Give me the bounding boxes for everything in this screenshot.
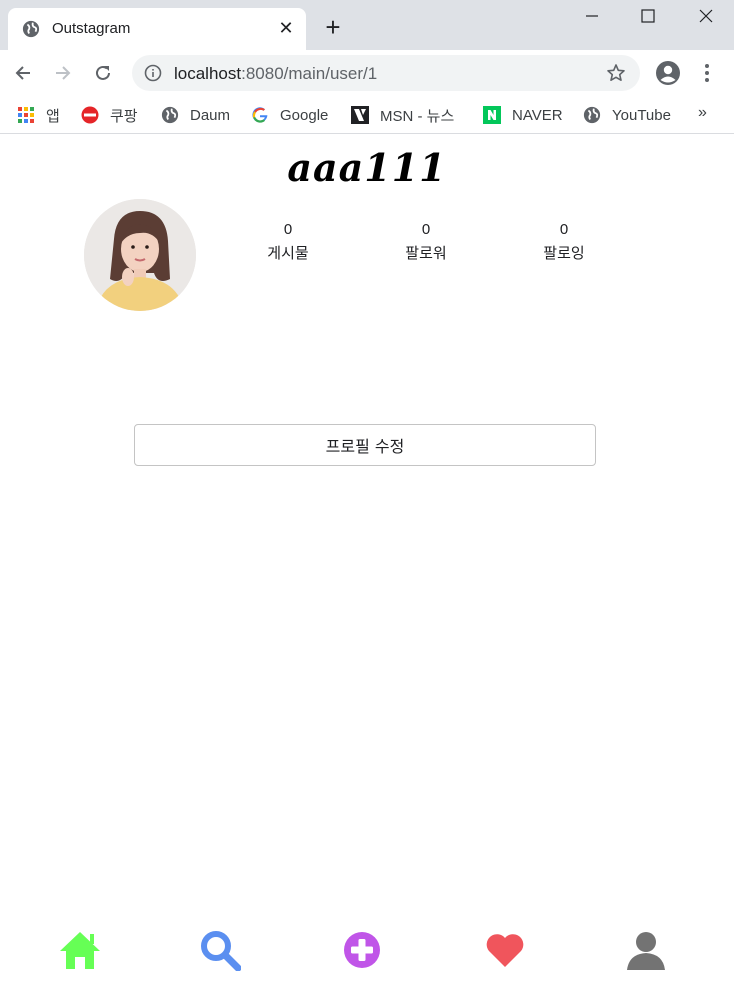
search-icon: [201, 931, 241, 971]
bookmark-label: 앱: [46, 107, 60, 125]
profile-username: aaa111: [287, 145, 447, 190]
bookmark-naver[interactable]: NAVER: [482, 102, 563, 128]
close-tab-icon[interactable]: ✕: [276, 18, 296, 38]
bookmark-label: 쿠팡: [110, 107, 138, 125]
back-button[interactable]: [10, 60, 36, 86]
address-bar[interactable]: localhost:8080/main/user/1: [132, 55, 640, 91]
bookmark-label: NAVER: [512, 106, 563, 124]
maximize-icon: [641, 9, 655, 23]
nav-add-button[interactable]: [340, 928, 384, 972]
maximize-button[interactable]: [620, 0, 676, 32]
browser-titlebar: Outstagram ✕ +: [0, 0, 734, 50]
bookmark-youtube[interactable]: YouTube: [582, 102, 671, 128]
globe-icon: [160, 105, 180, 125]
plus-circle-icon: [344, 932, 380, 968]
browser-tab[interactable]: Outstagram ✕: [8, 8, 306, 50]
tab-title: Outstagram: [52, 20, 131, 37]
bookmark-apps[interactable]: 앱: [16, 102, 60, 128]
url-text[interactable]: localhost:8080/main/user/1: [174, 64, 377, 84]
avatar[interactable]: [84, 199, 196, 311]
coupang-icon: [80, 105, 100, 125]
more-vert-icon[interactable]: [696, 61, 718, 85]
url-path: :8080/main/user/1: [241, 64, 378, 83]
msn-icon: [350, 105, 370, 125]
bookmark-label: MSN - 뉴스: [380, 107, 455, 125]
reload-icon: [96, 65, 110, 80]
stat-followers-label: 팔로워: [405, 245, 447, 262]
stat-following-label: 팔로잉: [543, 245, 585, 262]
nav-profile-button[interactable]: [624, 928, 668, 972]
user-icon: [627, 932, 665, 970]
bookmarks-bar: 앱 쿠팡 Daum Google MSN - 뉴스 NAVER YouTube …: [0, 96, 734, 134]
close-icon: [699, 9, 713, 23]
star-icon[interactable]: [606, 63, 626, 83]
bookmarks-overflow-button[interactable]: »: [698, 104, 707, 122]
arrow-left-icon: [15, 66, 30, 80]
nav-activity-button[interactable]: [483, 928, 527, 972]
stat-followers[interactable]: 0 팔로워: [376, 220, 476, 264]
edit-profile-button[interactable]: 프로필 수정: [134, 424, 596, 466]
stat-posts[interactable]: 0 게시물: [238, 220, 338, 264]
stat-following-count: 0: [559, 221, 569, 238]
nav-search-button[interactable]: [198, 928, 242, 972]
stat-posts-label: 게시물: [267, 245, 309, 262]
globe-icon: [582, 105, 602, 125]
forward-button[interactable]: [50, 60, 76, 86]
arrow-right-icon: [56, 66, 71, 80]
info-icon[interactable]: [144, 64, 162, 82]
nav-home-button[interactable]: [58, 928, 102, 972]
bottom-nav: [0, 920, 734, 984]
browser-toolbar: localhost:8080/main/user/1: [0, 50, 734, 96]
bookmark-google[interactable]: Google: [250, 102, 328, 128]
minimize-icon: [586, 15, 598, 17]
bookmark-label: Daum: [190, 106, 231, 124]
bookmark-label: Google: [280, 106, 329, 124]
profile-photo: [84, 199, 196, 311]
home-icon: [60, 932, 100, 969]
heart-icon: [486, 934, 524, 967]
google-icon: [250, 105, 270, 125]
new-tab-button[interactable]: +: [320, 14, 346, 40]
stat-posts-count: 0: [283, 221, 293, 238]
stat-following[interactable]: 0 팔로잉: [514, 220, 614, 264]
globe-icon: [22, 20, 40, 38]
bookmark-msn[interactable]: MSN - 뉴스: [350, 102, 454, 128]
reload-button[interactable]: [90, 60, 116, 86]
apps-grid-icon: [16, 105, 36, 125]
naver-icon: [482, 105, 502, 125]
url-host: localhost: [174, 64, 242, 83]
account-icon[interactable]: [654, 59, 682, 87]
bookmark-daum[interactable]: Daum: [160, 102, 230, 128]
stat-followers-count: 0: [421, 221, 431, 238]
bookmark-label: YouTube: [612, 106, 671, 124]
minimize-button[interactable]: [564, 0, 620, 32]
bookmark-coupang[interactable]: 쿠팡: [80, 102, 138, 128]
window-close-button[interactable]: [678, 0, 734, 32]
